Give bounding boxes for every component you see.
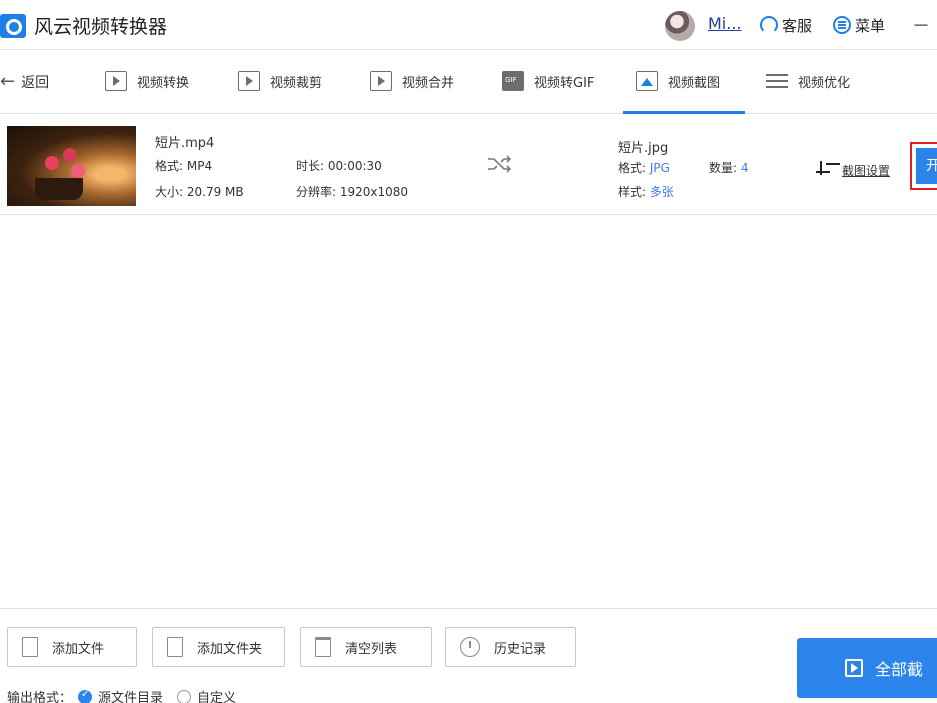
app-logo-icon bbox=[0, 14, 26, 38]
screenshot-icon bbox=[636, 71, 658, 91]
out-format-value: JPG bbox=[649, 161, 670, 175]
count-key: 数量: bbox=[709, 161, 738, 175]
output-format-row: 输出格式： 源文件目录 自定义 bbox=[7, 687, 236, 703]
avatar[interactable] bbox=[665, 11, 695, 41]
tab-video-to-gif[interactable]: 视频转GIF bbox=[502, 68, 594, 94]
video-crop-icon bbox=[238, 71, 260, 91]
video-convert-icon bbox=[105, 71, 127, 91]
add-file-label: 添加文件 bbox=[52, 641, 105, 657]
thumbnail-flower bbox=[63, 148, 77, 162]
app-window: 风云视频转换器 Mi... 客服 菜单 － ← 返回 视频转换 视频裁剪 视频合… bbox=[0, 0, 937, 703]
add-file-button[interactable]: 添加文件 bbox=[7, 627, 137, 667]
source-format: 格式: MP4 bbox=[155, 157, 212, 174]
output-format: 格式: JPG bbox=[618, 159, 670, 176]
capture-all-label: 全部截 bbox=[875, 660, 924, 679]
clock-icon bbox=[460, 637, 480, 657]
count-value: 4 bbox=[740, 161, 749, 175]
clear-list-button[interactable]: 清空列表 bbox=[300, 627, 432, 667]
format-value: MP4 bbox=[186, 159, 213, 173]
convert-arrow-icon bbox=[488, 155, 512, 173]
crop-icon[interactable] bbox=[816, 161, 834, 179]
video-thumbnail[interactable] bbox=[7, 126, 136, 206]
thumbnail-flower bbox=[71, 164, 85, 178]
thumbnail-pot bbox=[35, 178, 83, 200]
radio-custom[interactable] bbox=[177, 689, 192, 703]
source-size: 大小: 20.79 MB bbox=[155, 183, 244, 200]
tab-bar: ← 返回 视频转换 视频裁剪 视频合并 视频转GIF 视频截图 视频优化 bbox=[0, 50, 937, 114]
out-format-key: 格式: bbox=[618, 161, 647, 175]
file-list-row[interactable]: 短片.mp4 格式: MP4 大小: 20.79 MB 时长: 00:00:30… bbox=[0, 115, 937, 215]
menu-button[interactable]: 菜单 bbox=[833, 13, 885, 37]
size-key: 大小: bbox=[155, 185, 184, 199]
customer-service-label: 客服 bbox=[782, 16, 813, 35]
option-source-label[interactable]: 源文件目录 bbox=[98, 687, 163, 703]
source-resolution: 分辨率: 1920x1080 bbox=[296, 183, 408, 200]
tab-label: 视频合并 bbox=[402, 75, 455, 91]
style-key: 样式: bbox=[618, 185, 647, 199]
back-button[interactable]: ← 返回 bbox=[0, 72, 49, 92]
crop-settings-link[interactable]: 截图设置 bbox=[842, 162, 890, 179]
add-folder-icon bbox=[167, 637, 183, 657]
tab-label: 视频截图 bbox=[668, 75, 721, 91]
tab-video-screenshot[interactable]: 视频截图 bbox=[636, 68, 720, 94]
username-link[interactable]: Mi... bbox=[708, 14, 742, 33]
style-value: 多张 bbox=[649, 185, 674, 199]
optimize-icon bbox=[766, 71, 788, 91]
duration-value: 00:00:30 bbox=[327, 159, 382, 173]
trash-icon bbox=[315, 637, 331, 657]
capture-all-button[interactable]: 全部截 bbox=[797, 638, 937, 698]
history-label: 历史记录 bbox=[494, 641, 547, 657]
start-button-highlight: 开 bbox=[910, 142, 937, 190]
format-key: 格式: bbox=[155, 159, 184, 173]
headset-icon bbox=[760, 16, 778, 34]
minimize-button[interactable]: － bbox=[912, 12, 930, 38]
add-file-icon bbox=[22, 637, 38, 657]
option-custom-label[interactable]: 自定义 bbox=[197, 687, 236, 703]
output-style: 样式: 多张 bbox=[618, 183, 674, 200]
app-title: 风云视频转换器 bbox=[34, 16, 168, 38]
start-button[interactable]: 开 bbox=[916, 148, 937, 184]
resolution-value: 1920x1080 bbox=[339, 185, 409, 199]
active-tab-indicator bbox=[623, 111, 745, 114]
gif-icon bbox=[502, 71, 524, 91]
size-value: 20.79 MB bbox=[186, 185, 244, 199]
clear-list-label: 清空列表 bbox=[345, 641, 398, 657]
tab-label: 视频裁剪 bbox=[270, 75, 323, 91]
tab-video-optimize[interactable]: 视频优化 bbox=[766, 68, 850, 94]
output-file-name: 短片.jpg bbox=[618, 141, 669, 156]
tab-label: 视频转GIF bbox=[534, 75, 595, 91]
tab-label: 视频优化 bbox=[798, 75, 851, 91]
add-folder-button[interactable]: 添加文件夹 bbox=[152, 627, 285, 667]
history-button[interactable]: 历史记录 bbox=[445, 627, 576, 667]
output-format-label: 输出格式： bbox=[7, 691, 73, 703]
radio-source-dir[interactable] bbox=[78, 689, 93, 703]
tab-video-crop[interactable]: 视频裁剪 bbox=[238, 68, 322, 94]
tab-label: 视频转换 bbox=[137, 75, 190, 91]
source-file-name: 短片.mp4 bbox=[155, 136, 215, 151]
play-icon bbox=[845, 659, 863, 677]
thumbnail-flower bbox=[45, 156, 59, 170]
video-merge-icon bbox=[370, 71, 392, 91]
menu-icon bbox=[833, 16, 851, 34]
tab-video-merge[interactable]: 视频合并 bbox=[370, 68, 454, 94]
source-duration: 时长: 00:00:30 bbox=[296, 157, 382, 174]
output-count: 数量: 4 bbox=[709, 159, 749, 176]
duration-key: 时长: bbox=[296, 159, 325, 173]
back-label: 返回 bbox=[21, 75, 50, 91]
menu-label: 菜单 bbox=[855, 16, 886, 35]
back-arrow-icon: ← bbox=[0, 71, 16, 92]
add-folder-label: 添加文件夹 bbox=[197, 641, 263, 657]
resolution-key: 分辨率: bbox=[296, 185, 337, 199]
title-bar: 风云视频转换器 Mi... 客服 菜单 － bbox=[0, 0, 937, 50]
tab-video-convert[interactable]: 视频转换 bbox=[105, 68, 189, 94]
bottom-divider bbox=[0, 608, 937, 609]
customer-service-button[interactable]: 客服 bbox=[760, 13, 812, 37]
